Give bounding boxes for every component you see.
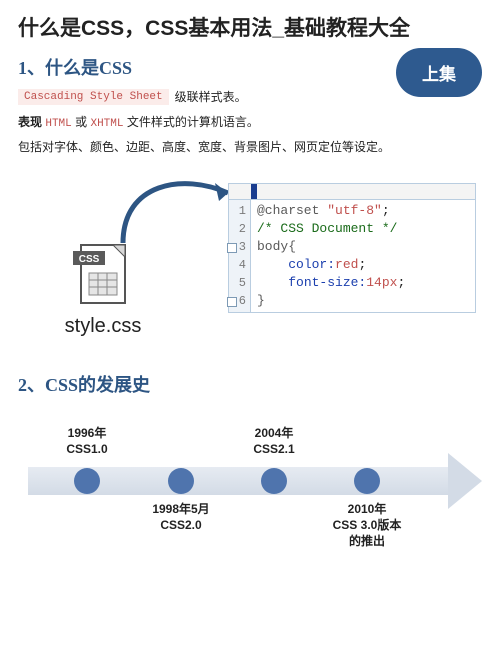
code-line: color:red; <box>257 256 405 274</box>
code-line: @charset "utf-8"; <box>257 202 405 220</box>
timeline-dot <box>261 468 287 494</box>
code-line: font-size:14px; <box>257 274 405 292</box>
line2-or: 或 <box>75 115 87 129</box>
timeline-year: 1996年 <box>42 425 132 441</box>
line2-suffix: 文件样式的计算机语言。 <box>127 115 259 129</box>
term-desc: 级联样式表。 <box>175 88 247 105</box>
timeline-label: 2010年CSS 3.0版本 的推出 <box>322 501 412 550</box>
timeline-arrowhead-icon <box>448 453 482 509</box>
timeline-label: 1998年5月CSS2.0 <box>136 501 226 533</box>
code-line: } <box>257 292 405 310</box>
timeline-dot <box>168 468 194 494</box>
editor-ruler: |----+----1----+----2- <box>229 184 475 200</box>
gutter-line: 4 <box>229 256 246 274</box>
timeline-year: 1998年5月 <box>136 501 226 517</box>
gutter-line: 6 <box>229 292 246 310</box>
code-lines: @charset "utf-8";/* CSS Document */body{… <box>251 200 411 312</box>
svg-text:CSS: CSS <box>79 254 100 265</box>
gutter-line: 1 <box>229 202 246 220</box>
gutter-line: 3 <box>229 238 246 256</box>
xhtml-term: XHTML <box>90 118 123 130</box>
timeline-dot <box>74 468 100 494</box>
timeline-dot <box>354 468 380 494</box>
line2-prefix: 表现 <box>18 115 42 129</box>
description-line-2: 表现 HTML 或 XHTML 文件样式的计算机语言。 <box>18 113 482 130</box>
timeline: 1996年CSS1.0 1998年5月CSS2.0 2004年CSS2.1 2010年… <box>18 405 482 555</box>
term-codebox: Cascading Style Sheet <box>18 89 169 105</box>
timeline-year: 2004年 <box>229 425 319 441</box>
curved-arrow-icon <box>113 163 243 263</box>
timeline-version: CSS1.0 <box>42 441 132 457</box>
gutter-line: 5 <box>229 274 246 292</box>
code-line: /* CSS Document */ <box>257 220 405 238</box>
section2-heading: 2、CSS的发展史 <box>18 371 482 397</box>
timeline-label: 2004年CSS2.1 <box>229 425 319 457</box>
code-editor: |----+----1----+----2- 123456 @charset "… <box>228 183 476 313</box>
file-name-label: style.css <box>65 315 142 338</box>
timeline-version: CSS2.1 <box>229 441 319 457</box>
ruler-cursor-icon <box>251 184 257 200</box>
line-gutter: 123456 <box>229 200 251 312</box>
gutter-line: 2 <box>229 220 246 238</box>
timeline-version: CSS 3.0版本 的推出 <box>322 517 412 549</box>
timeline-year: 2010年 <box>322 501 412 517</box>
description-line-3: 包括对字体、颜色、边距、高度、宽度、背景图片、网页定位等设定。 <box>18 138 482 155</box>
page-title: 什么是CSS，CSS基本用法_基础教程大全 <box>18 12 482 42</box>
episode-badge: 上集 <box>396 48 482 97</box>
code-line: body{ <box>257 238 405 256</box>
timeline-label: 1996年CSS1.0 <box>42 425 132 457</box>
timeline-version: CSS2.0 <box>136 517 226 533</box>
illustration-row: CSS style.css |----+----1----+----2- 123… <box>18 169 482 349</box>
html-term: HTML <box>45 118 71 130</box>
